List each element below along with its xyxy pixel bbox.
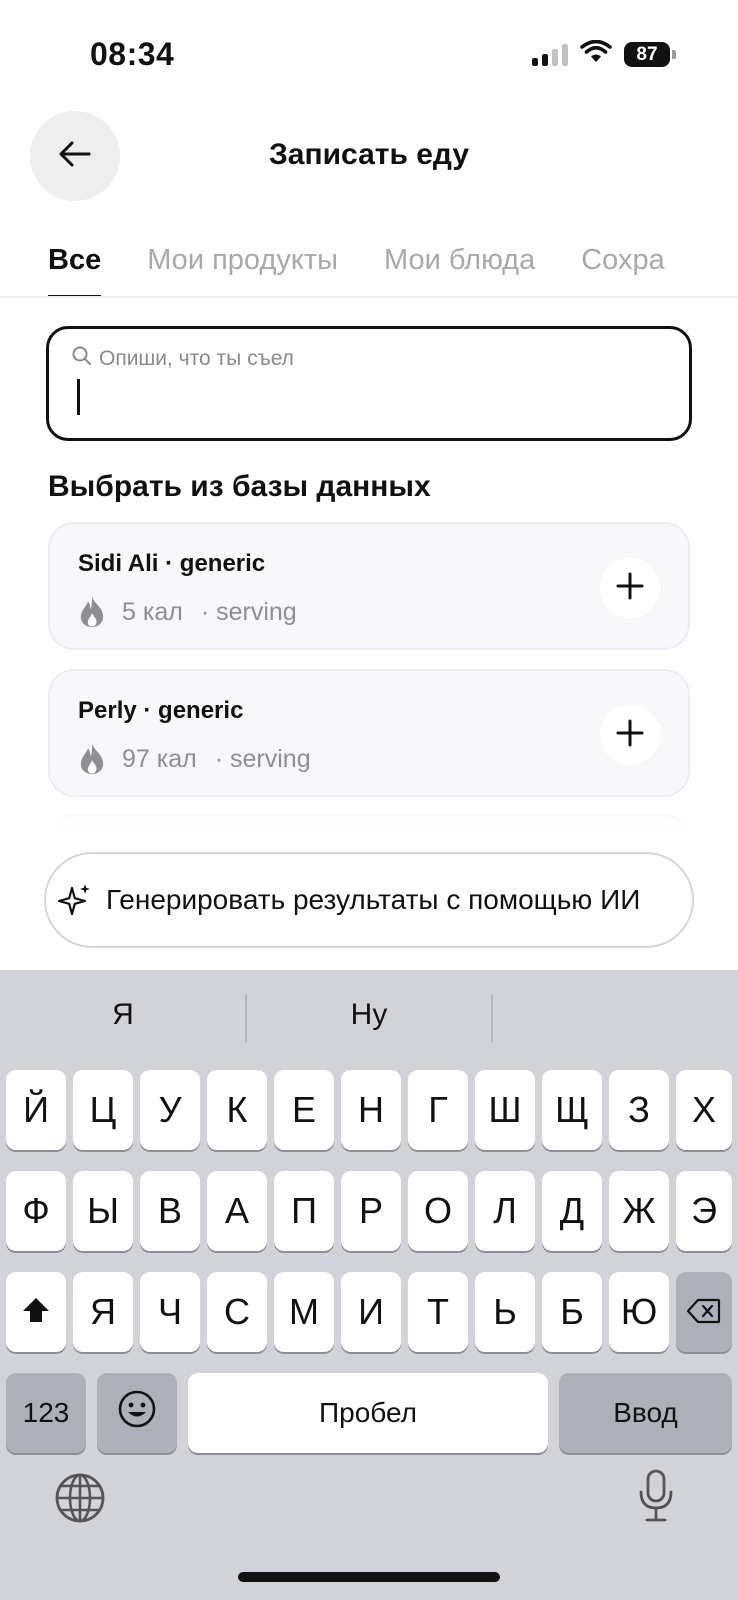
key[interactable]: Й xyxy=(6,1070,66,1150)
emoji-icon xyxy=(117,1389,157,1438)
key[interactable]: Ь xyxy=(475,1272,535,1352)
key[interactable]: Ш xyxy=(475,1070,535,1150)
suggestion[interactable]: Ну xyxy=(246,998,492,1032)
key[interactable]: Р xyxy=(341,1171,401,1251)
delete-key[interactable] xyxy=(676,1272,732,1352)
key[interactable]: И xyxy=(341,1272,401,1352)
key[interactable]: Ж xyxy=(609,1171,669,1251)
key[interactable]: С xyxy=(207,1272,267,1352)
key[interactable]: Т xyxy=(408,1272,468,1352)
home-indicator[interactable] xyxy=(238,1572,500,1582)
tabs-divider xyxy=(0,296,738,298)
cellular-signal-icon xyxy=(532,43,568,66)
food-item-calories: 97 кал xyxy=(122,744,197,773)
key[interactable]: Ю xyxy=(609,1272,669,1352)
key[interactable]: К xyxy=(207,1070,267,1150)
globe-icon[interactable] xyxy=(54,1472,106,1529)
key[interactable]: Я xyxy=(73,1272,133,1352)
page-title: Записать еду xyxy=(268,138,470,171)
key[interactable]: Е xyxy=(274,1070,334,1150)
sparkles-icon xyxy=(58,882,92,918)
status-time: 08:34 xyxy=(90,36,175,72)
key[interactable]: У xyxy=(140,1070,200,1150)
keyboard-suggestions: Я Ну xyxy=(0,970,738,1066)
keyboard: Я Ну Й Ц У К Е Н Г Ш Щ З Х Ф Ы В А П Р О… xyxy=(0,970,738,1600)
key[interactable]: О xyxy=(408,1171,468,1251)
food-item[interactable]: Sidi Ali · generic 5 кал · serving xyxy=(48,522,690,650)
food-description-input[interactable]: Опиши, что ты съел xyxy=(46,326,692,441)
key[interactable]: М xyxy=(274,1272,334,1352)
numbers-key[interactable]: 123 xyxy=(6,1373,86,1453)
flame-icon xyxy=(78,743,106,775)
tab-all[interactable]: Все xyxy=(48,244,102,298)
battery-indicator: 87 xyxy=(624,42,676,67)
food-item-unit: · serving xyxy=(200,597,297,626)
key[interactable]: В xyxy=(140,1171,200,1251)
return-key[interactable]: Ввод xyxy=(559,1373,732,1453)
key[interactable]: Ц xyxy=(73,1070,133,1150)
emoji-key[interactable] xyxy=(97,1373,177,1453)
tab-my-dishes[interactable]: Мои блюда xyxy=(384,244,535,298)
backspace-icon xyxy=(686,1291,721,1333)
key[interactable]: П xyxy=(274,1171,334,1251)
space-key[interactable]: Пробел xyxy=(188,1373,548,1453)
tab-bar: Все Мои продукты Мои блюда Сохра xyxy=(48,244,690,298)
plus-icon xyxy=(616,572,644,605)
add-button[interactable] xyxy=(600,558,660,618)
wifi-icon xyxy=(580,39,612,69)
key[interactable]: Х xyxy=(676,1070,732,1150)
shift-key[interactable] xyxy=(6,1272,66,1352)
section-title: Выбрать из базы данных xyxy=(48,470,431,503)
food-item-name: Sidi Ali · generic xyxy=(78,550,266,577)
ai-generate-button[interactable]: Генерировать результаты с помощью ИИ xyxy=(44,852,694,948)
key[interactable]: З xyxy=(609,1070,669,1150)
key[interactable]: Б xyxy=(542,1272,602,1352)
key[interactable]: Н xyxy=(341,1070,401,1150)
key[interactable]: Г xyxy=(408,1070,468,1150)
suggestion[interactable]: Я xyxy=(0,998,246,1032)
ai-generate-label: Генерировать результаты с помощью ИИ xyxy=(106,884,641,915)
key[interactable]: Э xyxy=(676,1171,732,1251)
battery-level: 87 xyxy=(624,42,670,67)
tab-saved[interactable]: Сохра xyxy=(581,244,665,298)
key[interactable]: Ч xyxy=(140,1272,200,1352)
shift-icon xyxy=(21,1291,51,1333)
key[interactable]: Щ xyxy=(542,1070,602,1150)
key[interactable]: Л xyxy=(475,1171,535,1251)
search-icon xyxy=(71,345,93,373)
food-item[interactable]: Perly · generic 97 кал · serving xyxy=(48,669,690,797)
food-item-name: Perly · generic xyxy=(78,697,244,724)
food-item-unit: · serving xyxy=(214,744,311,773)
text-cursor xyxy=(77,379,80,415)
plus-icon xyxy=(616,719,644,752)
key[interactable]: Ф xyxy=(6,1171,66,1251)
status-icons: 87 xyxy=(532,39,676,69)
key[interactable]: А xyxy=(207,1171,267,1251)
tab-my-products[interactable]: Мои продукты xyxy=(147,244,338,298)
key[interactable]: Ы xyxy=(73,1171,133,1251)
microphone-icon[interactable] xyxy=(636,1468,676,1529)
search-placeholder: Опиши, что ты съел xyxy=(99,347,294,370)
food-item-calories: 5 кал xyxy=(122,597,183,626)
flame-icon xyxy=(78,596,106,628)
add-button[interactable] xyxy=(600,705,660,765)
key[interactable]: Д xyxy=(542,1171,602,1251)
